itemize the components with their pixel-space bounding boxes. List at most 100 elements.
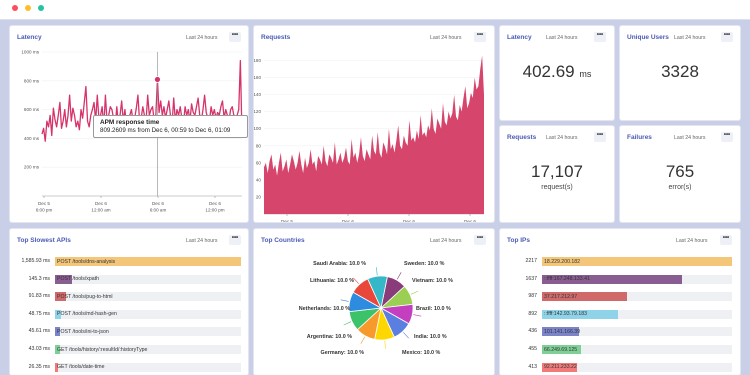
latency-number: 402.69 xyxy=(522,62,575,81)
latency-value: 402.69 ms xyxy=(500,62,614,82)
pie-leader-line xyxy=(396,272,402,280)
row-value: 45.61 ms xyxy=(28,328,50,335)
y-tick-label: 160 xyxy=(254,75,261,80)
failures-unit-label: error(s) xyxy=(668,184,692,191)
list-item[interactable]: 1637::ffff:167.248.133.41 xyxy=(500,274,740,284)
list-item[interactable]: 987 37.217.212.97 xyxy=(500,292,740,302)
row-label: POST /tools/ini-to-json xyxy=(57,328,109,335)
row-value: 455 xyxy=(528,346,537,352)
row-value: 892 xyxy=(528,310,537,317)
row-track: POST /tools/pug-to-html xyxy=(55,292,241,302)
time-range-label: Last 24 hours xyxy=(546,35,578,41)
row-label: POST /tools/pug-to-html xyxy=(57,293,113,300)
pie-leader-line xyxy=(410,290,419,295)
x-tick-label: 6:00 pm xyxy=(36,208,53,213)
row-track: GET /tools/history/:resultId/:historyTyp… xyxy=(55,345,241,354)
failures-value: 765 xyxy=(665,162,695,181)
y-tick-label: 400 ms xyxy=(24,136,40,141)
list-item[interactable]: 892::ffff:142.93.79.183 xyxy=(500,309,740,319)
list-item[interactable]: 91.83 ms POST /tools/pug-to-html xyxy=(10,292,248,302)
row-label: POST /tools/md-hash-gen xyxy=(57,311,117,318)
latency-chart-card: Latency Last 24 hours ••• 1000 ms 800 ms 6… xyxy=(10,26,248,222)
list-item[interactable]: 45.61 ms POST /tools/ini-to-json xyxy=(10,327,248,337)
list-item[interactable]: 48.75 ms POST /tools/md-hash-gen xyxy=(10,309,248,319)
x-tick-label: 6:00 am xyxy=(150,208,167,213)
row-label: ::ffff:167.248.133.41 xyxy=(544,276,590,283)
row-track: 18.229.200.182 xyxy=(542,257,732,266)
y-tick-label: 180 xyxy=(254,58,261,63)
list-item[interactable]: 1,585.93 ms POST /tools/dns-analysis xyxy=(10,257,248,266)
row-label: 18.229.200.182 xyxy=(544,258,581,265)
row-value: 43.03 ms xyxy=(28,346,50,352)
row-value: 145.3 ms xyxy=(28,275,50,282)
more-options-button[interactable]: ••• xyxy=(721,132,733,142)
y-tick-label: 140 xyxy=(254,92,261,97)
more-options-button[interactable]: ••• xyxy=(721,32,733,42)
card-title: Unique Users xyxy=(627,34,669,41)
x-tick-label: Dec 5 xyxy=(281,219,293,222)
y-tick-label: 120 xyxy=(254,109,261,114)
card-title: Latency xyxy=(507,34,532,41)
row-label: ::ffff:142.93.79.183 xyxy=(544,311,587,318)
pie-label: Vietnam: 10.0 % xyxy=(412,278,453,284)
window-dot-maximize[interactable] xyxy=(38,5,44,11)
time-range-label: Last 24 hours xyxy=(674,135,706,141)
time-range-label: Last 24 hours xyxy=(546,135,578,141)
card-title: Failures xyxy=(627,134,652,141)
requests-chart-card: Requests Last 24 hours ••• 180 160 140 120 1… xyxy=(254,26,494,222)
card-title: Top Slowest APIs xyxy=(17,237,71,244)
row-value: 413 xyxy=(528,363,537,370)
more-options-button[interactable]: ••• xyxy=(229,235,241,245)
x-tick-label: Dec 6 xyxy=(403,219,415,222)
series-area xyxy=(264,55,484,214)
pie-leader-line xyxy=(340,299,349,302)
more-options-button[interactable]: ••• xyxy=(594,32,606,42)
list-item[interactable]: 455 66.249.69.125 xyxy=(500,345,740,354)
list-item[interactable]: 26.35 ms GET /tools/date-time xyxy=(10,362,248,372)
x-tick-label: Dec 6 xyxy=(209,201,221,206)
time-range-label: Last 24 hours xyxy=(186,238,218,244)
pie-leader-line xyxy=(360,336,366,344)
more-options-button[interactable]: ••• xyxy=(720,235,732,245)
row-track: 37.217.212.97 xyxy=(542,292,732,302)
time-range-label: Last 24 hours xyxy=(676,238,708,244)
pie-label: Germany: 10.0 % xyxy=(321,350,365,356)
latency-stat-card: Latency Last 24 hours ••• 402.69 ms xyxy=(500,26,614,120)
time-range-label: Last 24 hours xyxy=(674,35,706,41)
list-item[interactable]: 436 101.141.166.39 xyxy=(500,327,740,337)
pie-label: Brazil: 10.0 % xyxy=(416,306,451,312)
list-item[interactable]: 43.03 ms GET /tools/history/:resultId/:hi… xyxy=(10,345,248,354)
unique-users-stat-card: Unique Users Last 24 hours ••• 3328 xyxy=(620,26,740,120)
pie-leader-line xyxy=(413,314,422,317)
y-tick-label: 80 xyxy=(256,143,262,148)
pie-label: India: 10.0 % xyxy=(414,334,447,340)
pie-label: Sweden: 10.0 % xyxy=(404,261,445,267)
y-tick-label: 20 xyxy=(256,194,262,199)
requests-unit-label: request(s) xyxy=(541,184,573,191)
window-dot-close[interactable] xyxy=(12,5,18,11)
x-tick-label: Dec 6 xyxy=(342,219,354,222)
y-tick-label: 800 ms xyxy=(24,78,40,83)
highlight-point xyxy=(154,76,161,83)
row-value: 987 xyxy=(528,293,537,300)
list-item[interactable]: 2217 18.229.200.182 xyxy=(500,257,740,266)
row-label: 66.249.69.125 xyxy=(544,346,578,353)
card-title: Top IPs xyxy=(507,237,530,244)
list-item[interactable]: 413 92.211.233.22 xyxy=(500,362,740,372)
y-tick-label: 200 ms xyxy=(24,165,40,170)
more-options-button[interactable]: ••• xyxy=(594,132,606,142)
row-value: 26.35 ms xyxy=(28,363,50,370)
x-tick-label: Dec 5 xyxy=(38,201,50,206)
window-dot-minimize[interactable] xyxy=(25,5,31,11)
y-tick-label: 40 xyxy=(256,177,262,182)
row-label: POST /tools/xpath xyxy=(57,276,100,283)
card-title: Requests xyxy=(507,134,537,141)
row-value: 48.75 ms xyxy=(28,310,50,317)
row-value: 2217 xyxy=(525,258,537,264)
row-value: 91.83 ms xyxy=(28,293,50,300)
pie-leader-line xyxy=(384,340,386,349)
list-item[interactable]: 145.3 ms POST /tools/xpath xyxy=(10,274,248,284)
row-value: 1,585.93 ms xyxy=(21,258,50,264)
x-tick-label: 12:00 pm xyxy=(205,208,224,213)
tooltip-title: APM response time xyxy=(100,119,160,126)
